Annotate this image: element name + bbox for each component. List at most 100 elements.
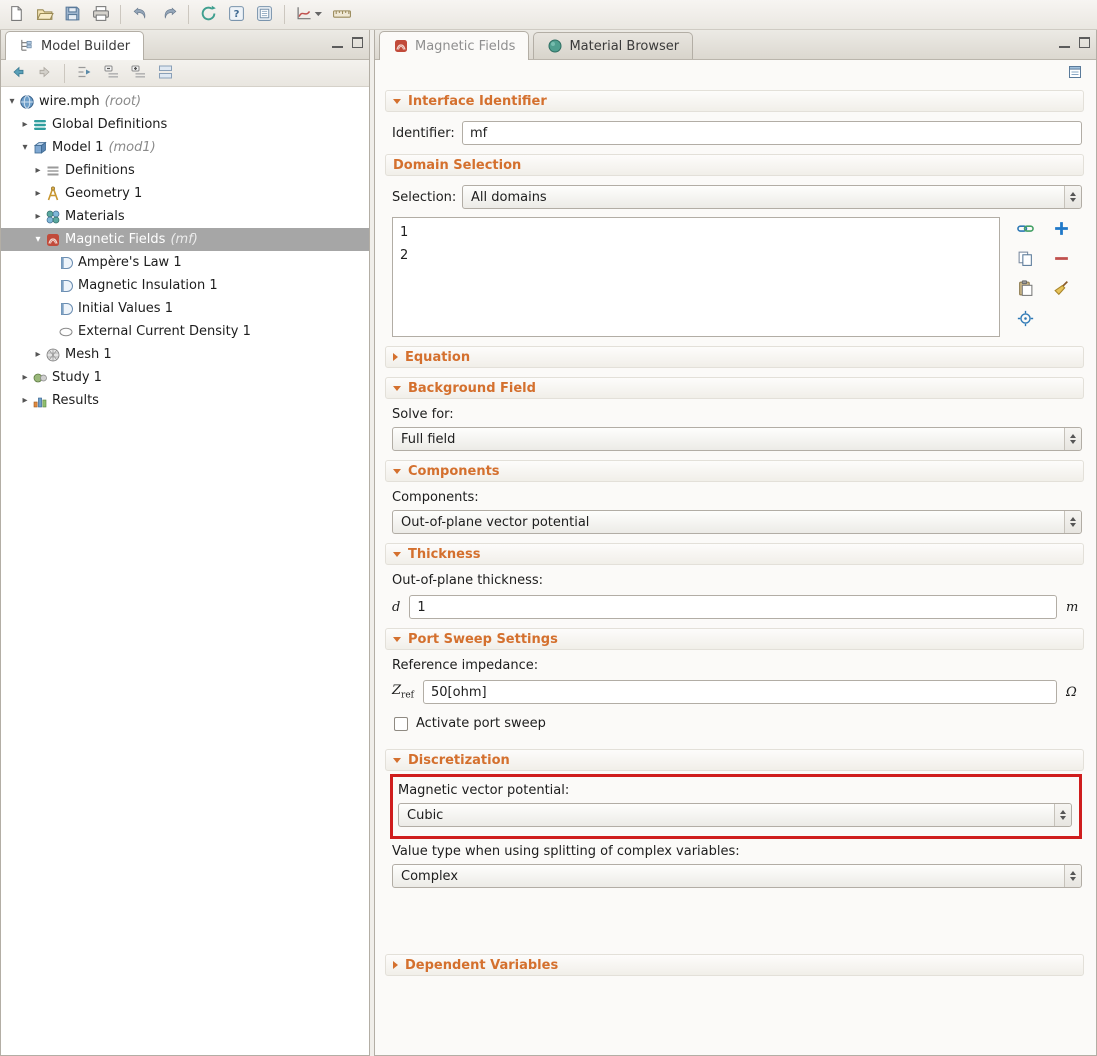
minimize-button[interactable] bbox=[1058, 37, 1071, 49]
save-button[interactable] bbox=[59, 2, 86, 27]
toolbar-separator bbox=[284, 5, 285, 24]
tree-collapse-arrow[interactable]: ▾ bbox=[5, 90, 19, 113]
tree-item-initial-values-1[interactable]: Initial Values 1 bbox=[1, 297, 369, 320]
model-icon bbox=[32, 140, 48, 156]
tree-collapse-arrow[interactable]: ▾ bbox=[18, 136, 32, 159]
tree-collapse-arrow[interactable]: ▾ bbox=[31, 228, 45, 251]
section-title: Background Field bbox=[408, 381, 536, 396]
tree-item-materials[interactable]: ▸ Materials bbox=[1, 205, 369, 228]
tree-item-global-definitions[interactable]: ▸ Global Definitions bbox=[1, 113, 369, 136]
tree-item-geometry-1[interactable]: ▸Geometry 1 bbox=[1, 182, 369, 205]
magnetic-vector-potential-select[interactable]: Cubic bbox=[398, 803, 1072, 827]
section-title: Equation bbox=[405, 350, 470, 365]
section-header-background-field[interactable]: Background Field bbox=[385, 377, 1084, 399]
solve-for-select[interactable]: Full field bbox=[392, 427, 1082, 451]
tree-expand-arrow[interactable]: ▸ bbox=[31, 343, 45, 366]
tree-item-external-current-density-1[interactable]: External Current Density 1 bbox=[1, 320, 369, 343]
tree-item-label: Materials bbox=[65, 209, 125, 224]
solve-for-value: Full field bbox=[401, 432, 455, 447]
tree-expand-arrow[interactable]: ▸ bbox=[18, 366, 32, 389]
section-dependent-variables: Dependent Variables bbox=[385, 954, 1084, 976]
update-solution-button[interactable] bbox=[195, 2, 222, 27]
create-selection-button[interactable] bbox=[1013, 219, 1037, 241]
tree-item-model-1[interactable]: ▾Model 1(mod1) bbox=[1, 136, 369, 159]
remove-from-selection-button[interactable] bbox=[1049, 249, 1073, 271]
tree-item-mesh-1[interactable]: ▸ Mesh 1 bbox=[1, 343, 369, 366]
model-tree: ▾wire.mph(root)▸Global Definitions▾Model… bbox=[1, 87, 369, 1055]
collapse-all-button[interactable] bbox=[99, 62, 124, 84]
section-interface-identifier: Interface Identifier Identifier: bbox=[385, 90, 1084, 145]
tab-model-builder[interactable]: Model Builder bbox=[5, 31, 144, 60]
new-file-button[interactable] bbox=[3, 2, 30, 27]
value-type-label: Value type when using splitting of compl… bbox=[392, 844, 1082, 859]
expand-all-button[interactable] bbox=[126, 62, 151, 84]
reference-impedance-label: Reference impedance: bbox=[392, 658, 1082, 673]
section-header-discretization[interactable]: Discretization bbox=[385, 749, 1084, 771]
tree-expand-arrow[interactable]: ▸ bbox=[31, 182, 45, 205]
paste-selection-button[interactable] bbox=[1013, 279, 1037, 301]
thickness-input[interactable] bbox=[409, 595, 1057, 619]
tree-item-label: Study 1 bbox=[52, 370, 102, 385]
tree-item-wire-mph[interactable]: ▾wire.mph(root) bbox=[1, 90, 369, 113]
reference-impedance-input[interactable] bbox=[423, 680, 1057, 704]
activate-port-sweep-checkbox[interactable] bbox=[394, 717, 408, 731]
help-icon bbox=[1067, 64, 1083, 83]
maximize-button[interactable] bbox=[1078, 37, 1091, 49]
print-button[interactable] bbox=[87, 2, 114, 27]
zoom-to-selection-button[interactable] bbox=[1013, 309, 1037, 331]
tree-item-definitions[interactable]: ▸Definitions bbox=[1, 159, 369, 182]
tree-item-label: Mesh 1 bbox=[65, 347, 112, 362]
help-button[interactable] bbox=[1061, 61, 1088, 86]
plot-button[interactable] bbox=[291, 2, 327, 27]
tree-expand-arrow[interactable]: ▸ bbox=[18, 113, 32, 136]
help-button[interactable]: ? bbox=[223, 2, 250, 27]
undo-button[interactable] bbox=[127, 2, 154, 27]
section-header-equation[interactable]: Equation bbox=[385, 346, 1084, 368]
create-selection-icon bbox=[1017, 220, 1034, 240]
open-button[interactable] bbox=[31, 2, 58, 27]
copy-selection-button[interactable] bbox=[1013, 249, 1037, 271]
tree-item-magnetic-fields[interactable]: ▾Magnetic Fields(mf) bbox=[1, 228, 369, 251]
section-header-dependent-variables[interactable]: Dependent Variables bbox=[385, 954, 1084, 976]
documentation-button[interactable] bbox=[251, 2, 278, 27]
domain-list: 12 bbox=[392, 217, 1000, 337]
redo-button[interactable] bbox=[155, 2, 182, 27]
expand-arrow-icon bbox=[393, 961, 398, 969]
minimize-button[interactable] bbox=[331, 37, 344, 49]
show-selected-node-button[interactable] bbox=[72, 62, 97, 84]
tab-material-browser[interactable]: Material Browser bbox=[533, 32, 693, 59]
back-button[interactable] bbox=[5, 62, 30, 84]
toggle-sections-button[interactable] bbox=[153, 62, 178, 84]
section-header-components[interactable]: Components bbox=[385, 460, 1084, 482]
collapse-arrow-icon bbox=[393, 469, 401, 474]
tree-item-label: Global Definitions bbox=[52, 117, 167, 132]
measure-button[interactable] bbox=[328, 2, 355, 27]
tree-item-amperes-law-1[interactable]: Ampère's Law 1 bbox=[1, 251, 369, 274]
paste-selection-icon bbox=[1017, 280, 1034, 300]
domain-list-item[interactable]: 2 bbox=[393, 244, 999, 267]
section-background-field: Background Field Solve for: Full field bbox=[385, 377, 1084, 451]
tree-expand-arrow[interactable]: ▸ bbox=[18, 389, 32, 412]
section-header-interface-identifier[interactable]: Interface Identifier bbox=[385, 90, 1084, 112]
domain-list-item[interactable]: 1 bbox=[393, 221, 999, 244]
tree-item-study-1[interactable]: ▸ Study 1 bbox=[1, 366, 369, 389]
tree-expand-arrow[interactable]: ▸ bbox=[31, 159, 45, 182]
maximize-button[interactable] bbox=[351, 37, 364, 49]
tree-item-magnetic-insulation-1[interactable]: Magnetic Insulation 1 bbox=[1, 274, 369, 297]
tree-item-label: Ampère's Law 1 bbox=[78, 255, 182, 270]
add-to-selection-button[interactable] bbox=[1049, 219, 1073, 241]
components-select[interactable]: Out-of-plane vector potential bbox=[392, 510, 1082, 534]
value-type-select[interactable]: Complex bbox=[392, 864, 1082, 888]
tree-item-label: Magnetic Fields bbox=[65, 232, 165, 247]
tab-label: Magnetic Fields bbox=[415, 39, 515, 54]
tab-magnetic-fields[interactable]: Magnetic Fields bbox=[379, 31, 529, 60]
selection-select[interactable]: All domains bbox=[462, 185, 1082, 209]
identifier-input[interactable] bbox=[462, 121, 1082, 145]
forward-button[interactable] bbox=[32, 62, 57, 84]
section-header-port-sweep-settings[interactable]: Port Sweep Settings bbox=[385, 628, 1084, 650]
tree-item-results[interactable]: ▸Results bbox=[1, 389, 369, 412]
clear-selection-button[interactable] bbox=[1049, 279, 1073, 301]
section-header-thickness[interactable]: Thickness bbox=[385, 543, 1084, 565]
impedance-unit: Ω bbox=[1066, 685, 1082, 700]
tree-expand-arrow[interactable]: ▸ bbox=[31, 205, 45, 228]
